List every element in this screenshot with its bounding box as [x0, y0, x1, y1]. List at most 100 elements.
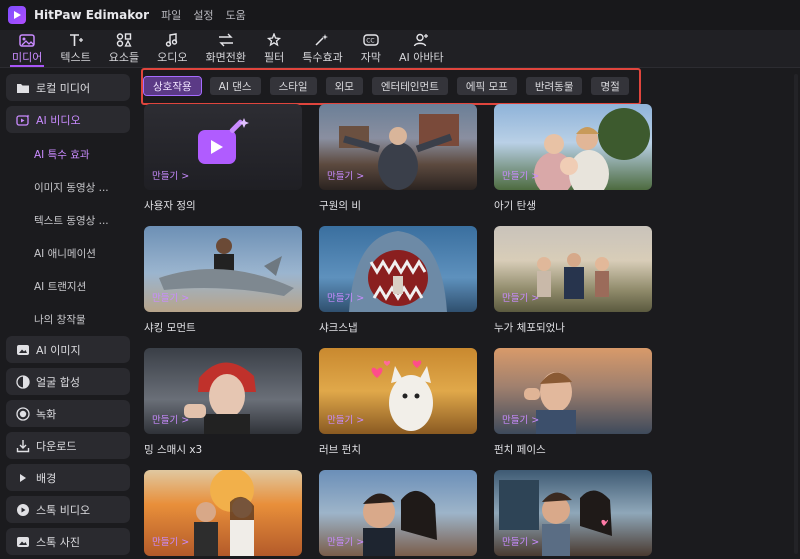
download-icon	[16, 439, 30, 453]
tool-transition[interactable]: 화면전환	[200, 29, 252, 67]
make-button[interactable]: 만들기 >	[327, 168, 364, 182]
photo-icon	[16, 535, 30, 549]
sidebar-item-local-media[interactable]: 로컬 미디어	[6, 74, 130, 101]
tool-subtitle[interactable]: CC 자막	[355, 29, 387, 67]
chip-pets[interactable]: 반려동물	[525, 77, 583, 95]
effect-card[interactable]: 만들기 > 아기 탄생	[494, 104, 652, 213]
make-button[interactable]: 만들기 >	[152, 412, 189, 426]
effect-card[interactable]: 만들기 >	[494, 470, 652, 559]
chip-appearance[interactable]: 외모	[325, 77, 363, 95]
sidebar-item-label: 얼굴 합성	[36, 375, 80, 389]
tool-audio[interactable]: 오디오	[151, 29, 193, 67]
sidebar-item-label: 스톡 사진	[36, 535, 80, 549]
record-icon	[16, 406, 30, 421]
effect-card[interactable]: 만들기 > 펀치 페이스	[494, 348, 652, 457]
effect-thumbnail: 만들기 >	[144, 470, 302, 556]
effect-thumbnail: 만들기 >	[494, 348, 652, 434]
menu-file[interactable]: 파일	[161, 7, 181, 23]
effect-card[interactable]: 만들기 > 구원의 비	[319, 104, 477, 213]
sidebar-sub-ai-animation[interactable]: AI 애니메이션	[6, 237, 132, 270]
sidebar-sub-my-creations[interactable]: 나의 창작물	[6, 303, 132, 336]
sidebar-item-download[interactable]: 다운로드	[6, 432, 130, 459]
tool-elements[interactable]: 요소들	[103, 29, 145, 67]
chip-epic-morph[interactable]: 에픽 모프	[456, 77, 517, 95]
tool-label: 오디오	[157, 51, 188, 64]
menu-help[interactable]: 도움	[226, 7, 246, 23]
make-button[interactable]: 만들기 >	[502, 168, 539, 182]
menu-settings[interactable]: 설정	[193, 7, 213, 23]
folder-icon	[16, 81, 30, 95]
sidebar-item-label: 스톡 비디오	[36, 503, 91, 517]
make-button[interactable]: 만들기 >	[152, 290, 189, 304]
make-button[interactable]: 만들기 >	[327, 412, 364, 426]
ai-video-subnav: AI 특수 효과 이미지 동영상 ... 텍스트 동영상 ... AI 애니메이…	[6, 138, 132, 336]
effect-card[interactable]: 만들기 >	[319, 470, 477, 559]
category-chips: 상호작용 AI 댄스 스타일 외모 엔터테인먼트 에픽 모프 반려동물 명절	[143, 76, 638, 96]
effect-card[interactable]: 만들기 >	[144, 470, 302, 559]
tool-label: 자막	[360, 51, 381, 64]
make-button[interactable]: 만들기 >	[502, 290, 539, 304]
effect-card[interactable]: 만들기 > 누가 체포되었나	[494, 226, 652, 335]
tool-effects[interactable]: 특수효과	[296, 29, 348, 67]
sidebar-item-stock-video[interactable]: 스톡 비디오	[6, 496, 130, 523]
ai-video-icon	[16, 113, 30, 127]
effect-thumbnail: 만들기 >	[319, 226, 477, 312]
sidebar-sub-image-to-video[interactable]: 이미지 동영상 ...	[6, 171, 132, 204]
effect-thumbnail: 만들기 >	[319, 348, 477, 434]
sidebar-item-ai-video[interactable]: AI 비디오	[6, 106, 130, 133]
effect-caption: 밍 스매시 x3	[144, 444, 203, 456]
make-button[interactable]: 만들기 >	[502, 534, 539, 548]
tool-filter[interactable]: 필터	[258, 29, 290, 67]
sidebar-item-label: 로컬 미디어	[36, 81, 91, 95]
content-scrollbar[interactable]	[794, 74, 798, 554]
sidebar-item-background[interactable]: 배경	[6, 464, 130, 491]
svg-text:CC: CC	[366, 38, 374, 45]
sidebar-item-record[interactable]: 녹화	[6, 400, 130, 427]
filter-icon	[265, 32, 283, 48]
effect-card[interactable]: 만들기 > 러브 펀치	[319, 348, 477, 457]
make-button[interactable]: 만들기 >	[327, 290, 364, 304]
tool-label: 요소들	[108, 51, 140, 64]
effect-thumbnail: 만들기 >	[494, 226, 652, 312]
effect-card[interactable]: 만들기 > 밍 스매시 x3	[144, 348, 302, 457]
tool-ai-avatar[interactable]: AI 아바타	[393, 29, 450, 67]
text-icon	[67, 32, 85, 48]
tool-label: 특수효과	[302, 51, 343, 64]
chip-ai-dance[interactable]: AI 댄스	[209, 77, 261, 95]
effect-thumbnail: 만들기 >	[319, 470, 477, 556]
make-button[interactable]: 만들기 >	[152, 168, 189, 182]
avatar-icon	[412, 32, 430, 48]
make-button[interactable]: 만들기 >	[327, 534, 364, 548]
face-swap-icon	[16, 374, 30, 389]
sidebar-sub-text-to-video[interactable]: 텍스트 동영상 ...	[6, 204, 132, 237]
tool-label: 화면전환	[205, 51, 246, 64]
chip-interaction[interactable]: 상호작용	[143, 76, 202, 96]
effect-caption: 누가 체포되었나	[494, 322, 565, 334]
sidebar-item-face-swap[interactable]: 얼굴 합성	[6, 368, 130, 395]
tool-label: 텍스트	[60, 51, 91, 64]
chip-style[interactable]: 스타일	[269, 77, 317, 95]
sidebar-item-stock-photo[interactable]: 스톡 사진	[6, 528, 130, 555]
effect-card[interactable]: 만들기 > 샤킹 모먼트	[144, 226, 302, 335]
tool-label: 미디어	[12, 51, 43, 64]
make-button[interactable]: 만들기 >	[152, 534, 189, 548]
triangle-icon	[16, 471, 30, 485]
sidebar-sub-ai-effects[interactable]: AI 특수 효과	[6, 138, 132, 171]
app-title: HitPaw Edimakor	[34, 8, 150, 22]
tool-label: 필터	[263, 51, 285, 64]
effect-caption: 펀치 페이스	[494, 444, 546, 456]
effect-thumbnail: 만들기 >	[144, 104, 302, 190]
sidebar-sub-ai-transition[interactable]: AI 트랜지션	[6, 270, 132, 303]
media-icon	[18, 32, 36, 48]
sidebar-item-ai-image[interactable]: AI 이미지	[6, 336, 130, 363]
effect-thumbnail: 만들기 >	[319, 104, 477, 190]
chip-holidays[interactable]: 명절	[591, 77, 629, 95]
chip-entertainment[interactable]: 엔터테인먼트	[371, 77, 448, 95]
elements-icon	[115, 32, 133, 48]
make-button[interactable]: 만들기 >	[502, 412, 539, 426]
tool-media[interactable]: 미디어	[6, 29, 48, 67]
effect-card[interactable]: 만들기 > 사용자 정의	[144, 104, 302, 213]
effect-card[interactable]: 만들기 > 샤크스냅	[319, 226, 477, 335]
effect-thumbnail: 만들기 >	[494, 104, 652, 190]
tool-text[interactable]: 텍스트	[54, 29, 96, 67]
